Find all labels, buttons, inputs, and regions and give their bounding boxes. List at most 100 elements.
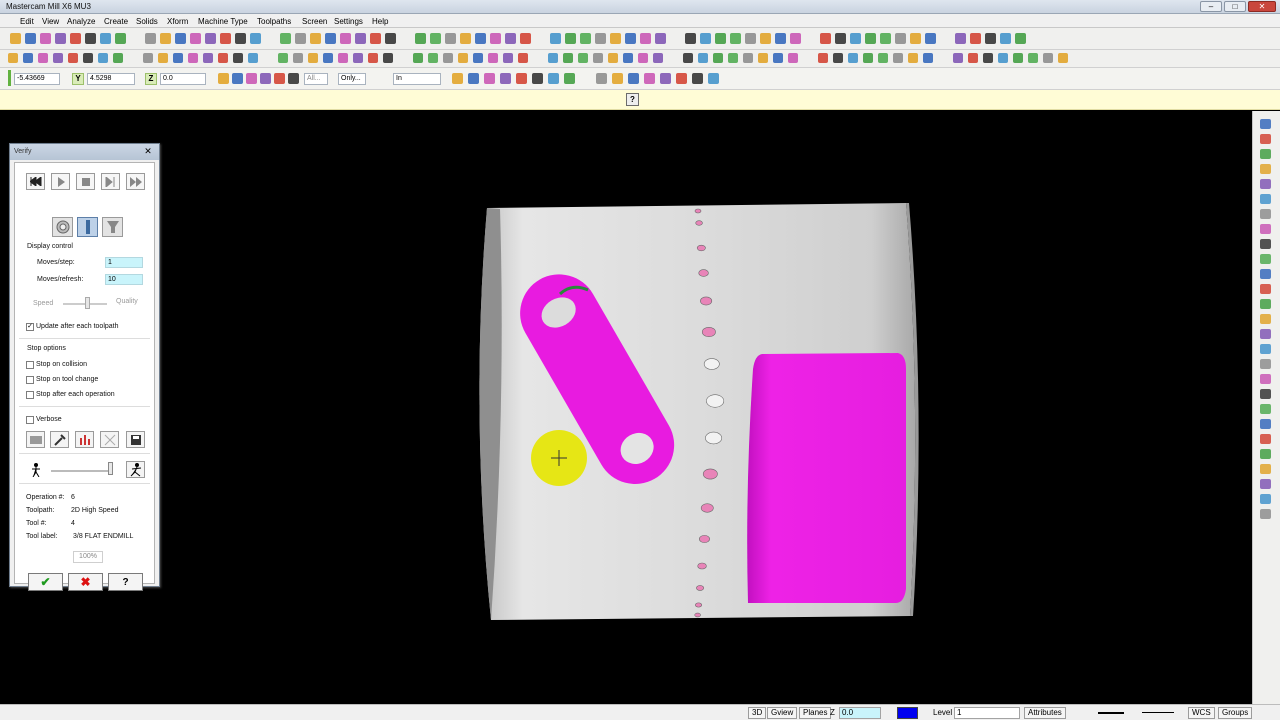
toolbar-tool-icon[interactable] <box>580 33 591 44</box>
side-tool-icon[interactable] <box>1260 404 1271 414</box>
speed-slider-thumb[interactable] <box>108 462 113 475</box>
toolbar-tool-icon[interactable] <box>310 33 321 44</box>
toolbar-tool-icon[interactable] <box>8 53 18 63</box>
toolbar-tool-icon[interactable] <box>692 73 703 84</box>
toolbar-tool-icon[interactable] <box>248 53 258 63</box>
z-depth-field[interactable]: 0.0 <box>839 707 881 719</box>
side-tool-icon[interactable] <box>1260 509 1271 519</box>
dialog-help-button[interactable]: ? <box>108 573 143 591</box>
toolbar-tool-icon[interactable] <box>848 53 858 63</box>
side-tool-icon[interactable] <box>1260 419 1271 429</box>
toolbar-tool-icon[interactable] <box>550 33 561 44</box>
toolbar-tool-icon[interactable] <box>83 53 93 63</box>
toolbar-tool-icon[interactable] <box>715 33 726 44</box>
mode-stock-button[interactable] <box>52 217 73 237</box>
side-tool-icon[interactable] <box>1260 194 1271 204</box>
side-tool-icon[interactable] <box>1260 329 1271 339</box>
side-tool-icon[interactable] <box>1260 164 1271 174</box>
toolbar-tool-icon[interactable] <box>565 33 576 44</box>
toolbar-tool-icon[interactable] <box>505 33 516 44</box>
toolbar-tool-icon[interactable] <box>653 53 663 63</box>
side-tool-icon[interactable] <box>1260 179 1271 189</box>
toolbar-tool-icon[interactable] <box>685 33 696 44</box>
toolbar-tool-icon[interactable] <box>638 53 648 63</box>
verify-dialog-titlebar[interactable]: Verify ✕ <box>10 144 159 160</box>
toolbar-tool-icon[interactable] <box>68 53 78 63</box>
toolbar-tool-icon[interactable] <box>158 53 168 63</box>
toolbar-tool-icon[interactable] <box>532 73 543 84</box>
toolbar-tool-icon[interactable] <box>143 53 153 63</box>
toolbar-tool-icon[interactable] <box>640 33 651 44</box>
toolbar-tool-icon[interactable] <box>232 73 243 84</box>
side-tool-icon[interactable] <box>1260 374 1271 384</box>
toolbar-tool-icon[interactable] <box>728 53 738 63</box>
toolbar-tool-icon[interactable] <box>355 33 366 44</box>
selection-mode-dropdown[interactable]: In <box>393 73 441 85</box>
toolbar-tool-icon[interactable] <box>246 73 257 84</box>
toolbar-tool-icon[interactable] <box>970 33 981 44</box>
toolbar-tool-icon[interactable] <box>188 53 198 63</box>
select-only-button[interactable]: Only... <box>338 73 366 85</box>
side-tool-icon[interactable] <box>1260 389 1271 399</box>
side-tool-icon[interactable] <box>1260 239 1271 249</box>
toolbar-tool-icon[interactable] <box>628 73 639 84</box>
toolbar-tool-icon[interactable] <box>383 53 393 63</box>
toolbar-tool-icon[interactable] <box>518 53 528 63</box>
toolbar-tool-icon[interactable] <box>235 33 246 44</box>
toolbar-tool-icon[interactable] <box>548 73 559 84</box>
toolbar-tool-icon[interactable] <box>953 53 963 63</box>
toolbar-tool-icon[interactable] <box>683 53 693 63</box>
toolbar-tool-icon[interactable] <box>443 53 453 63</box>
toolbar-tool-icon[interactable] <box>468 73 479 84</box>
x-coordinate-field[interactable]: -5.43669 <box>14 73 60 85</box>
toolbar-tool-icon[interactable] <box>595 33 606 44</box>
mode-holder-button[interactable] <box>102 217 123 237</box>
line-style-dropdown[interactable] <box>1098 712 1124 714</box>
toolbar-tool-icon[interactable] <box>175 33 186 44</box>
toolbar-tool-icon[interactable] <box>308 53 318 63</box>
toolbar-tool-icon[interactable] <box>676 73 687 84</box>
toolbar-tool-icon[interactable] <box>10 33 21 44</box>
toolbar-tool-icon[interactable] <box>863 53 873 63</box>
toolbar-tool-icon[interactable] <box>250 33 261 44</box>
toolbar-tool-icon[interactable] <box>325 33 336 44</box>
toolbar-tool-icon[interactable] <box>758 53 768 63</box>
toolbar-tool-icon[interactable] <box>743 53 753 63</box>
toolbar-tool-icon[interactable] <box>775 33 786 44</box>
toolbar-tool-icon[interactable] <box>910 33 921 44</box>
toolbar-tool-icon[interactable] <box>745 33 756 44</box>
toolbar-tool-icon[interactable] <box>1013 53 1023 63</box>
toolbar-tool-icon[interactable] <box>458 53 468 63</box>
toolbar-tool-icon[interactable] <box>713 53 723 63</box>
color-swatch[interactable] <box>897 707 918 719</box>
menu-machine-type[interactable]: Machine Type <box>198 17 248 26</box>
side-tool-icon[interactable] <box>1260 209 1271 219</box>
moves-step-input[interactable]: 1 <box>105 257 143 268</box>
toolbar-tool-icon[interactable] <box>1000 33 1011 44</box>
side-tool-icon[interactable] <box>1260 434 1271 444</box>
toolbar-tool-icon[interactable] <box>413 53 423 63</box>
toolbar-tool-icon[interactable] <box>908 53 918 63</box>
toolbar-tool-icon[interactable] <box>293 53 303 63</box>
toolbar-tool-icon[interactable] <box>850 33 861 44</box>
step-forward-button[interactable] <box>101 173 120 190</box>
toolbar-tool-icon[interactable] <box>1015 33 1026 44</box>
menu-view[interactable]: View <box>42 17 59 26</box>
cancel-button[interactable]: ✖ <box>68 573 103 591</box>
toolbar-tool-icon[interactable] <box>1058 53 1068 63</box>
toolbar-tool-icon[interactable] <box>625 33 636 44</box>
side-tool-icon[interactable] <box>1260 254 1271 264</box>
menu-analyze[interactable]: Analyze <box>67 17 95 26</box>
select-all-button[interactable]: All... <box>304 73 328 85</box>
toolbar-tool-icon[interactable] <box>968 53 978 63</box>
toolbar-tool-icon[interactable] <box>998 53 1008 63</box>
stop-button[interactable] <box>76 173 95 190</box>
toolbar-tool-icon[interactable] <box>818 53 828 63</box>
toolbar-tool-icon[interactable] <box>145 33 156 44</box>
toolbar-tool-icon[interactable] <box>430 33 441 44</box>
toolbar-tool-icon[interactable] <box>835 33 846 44</box>
side-tool-icon[interactable] <box>1260 464 1271 474</box>
toolbar-tool-icon[interactable] <box>385 33 396 44</box>
toolbar-tool-icon[interactable] <box>955 33 966 44</box>
gview-button[interactable]: Gview <box>767 707 798 719</box>
